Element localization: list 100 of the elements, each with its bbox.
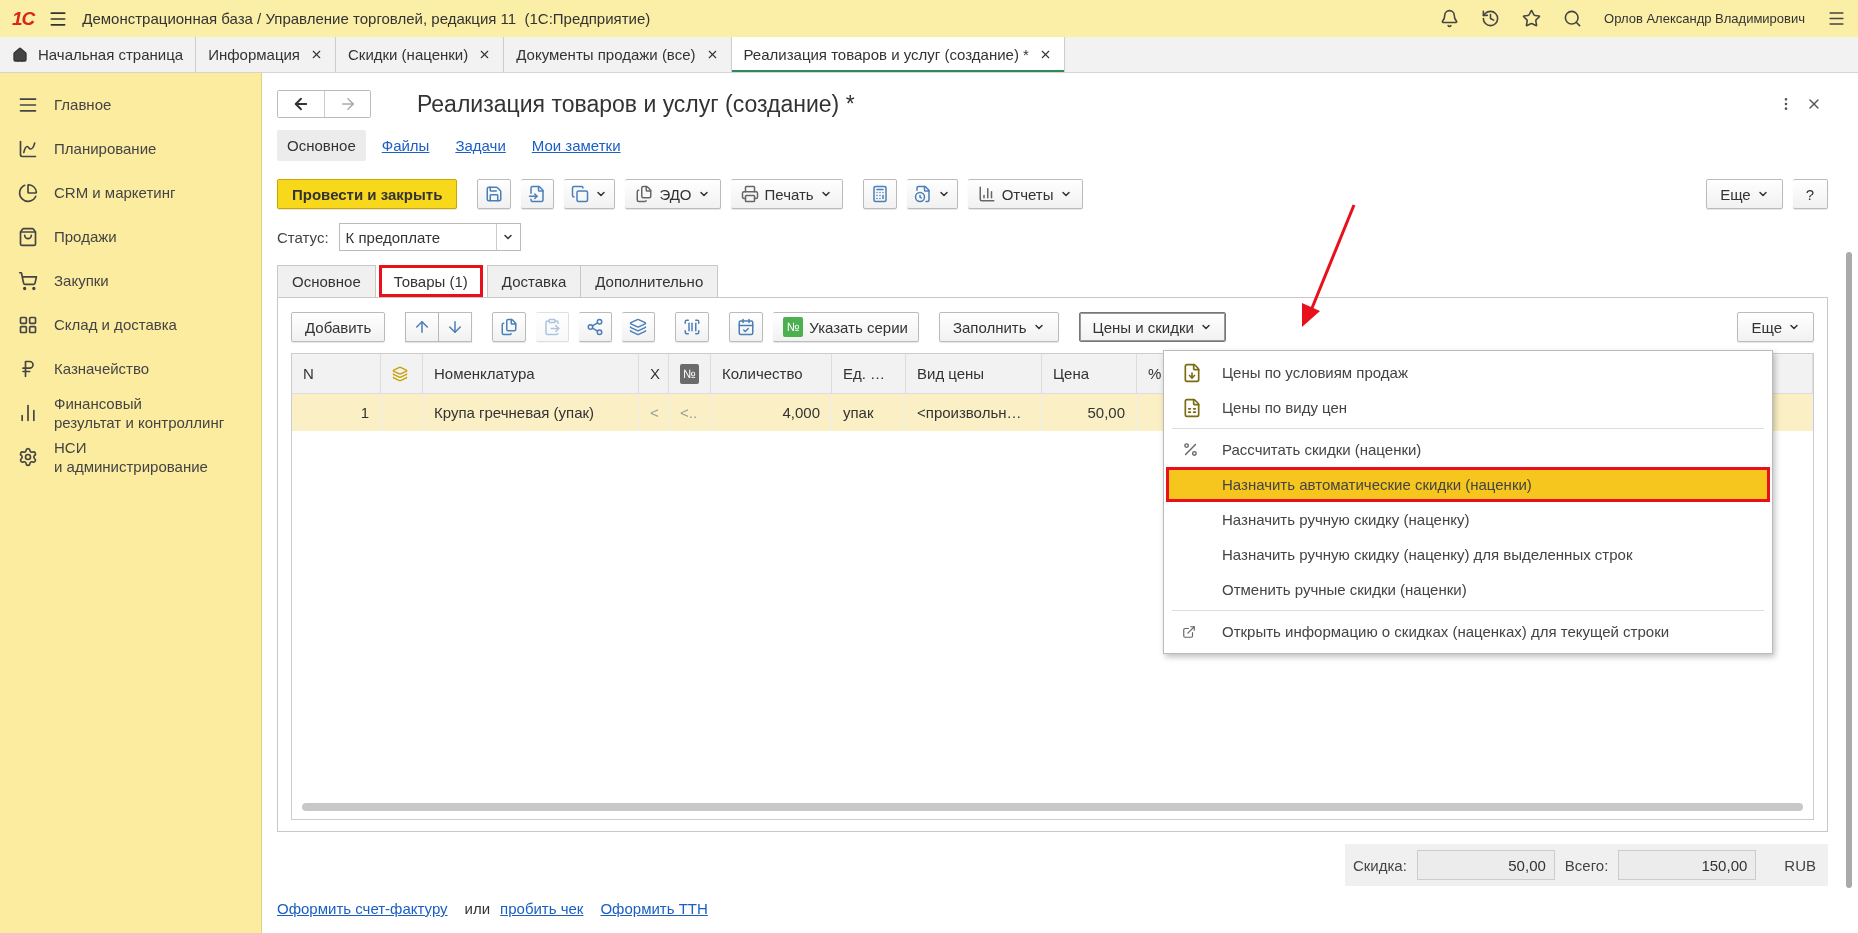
column-header[interactable]: Ед. … <box>832 354 906 393</box>
toolbar-button[interactable]: ЭДО <box>625 179 721 209</box>
action-link[interactable]: Оформить счет-фактуру <box>277 900 448 917</box>
menu-item[interactable]: Назначить автоматические скидки (наценки) <box>1166 467 1770 502</box>
toolbar-button[interactable]: ? <box>1792 179 1828 209</box>
icon-button[interactable] <box>579 312 613 342</box>
table-cell: 1 <box>360 404 369 421</box>
search-icon[interactable] <box>1563 9 1583 28</box>
scrollbar[interactable] <box>1846 252 1852 888</box>
section-link[interactable]: Файлы <box>371 130 440 161</box>
menu-item[interactable]: Цены по условиям продаж <box>1166 355 1770 390</box>
history-icon[interactable] <box>1481 9 1501 28</box>
icon-button[interactable] <box>477 179 512 209</box>
sidebar-item[interactable]: Склад и доставка <box>54 315 177 335</box>
list-icon <box>18 95 38 115</box>
calculator-icon <box>870 185 889 203</box>
toolbar-button[interactable]: Цены и скидки <box>1078 312 1226 342</box>
form-tab[interactable]: Товары (1) <box>378 265 483 297</box>
section-link[interactable]: Мои заметки <box>521 130 631 161</box>
icon-button[interactable] <box>439 312 473 342</box>
icon-button[interactable] <box>675 312 710 342</box>
app-title: Демонстрационная база / Управление торговлей, редакция 11 (1С:Предприятие) <box>82 10 652 27</box>
toolbar-button[interactable]: Отчеты <box>967 179 1083 209</box>
toolbar-button[interactable]: № Указать серии <box>773 312 919 342</box>
icon-button[interactable] <box>906 179 958 209</box>
user-name[interactable]: Орлов Александр Владимирович <box>1604 11 1805 26</box>
table-cell: 4,000 <box>782 404 820 421</box>
document-icon <box>528 185 547 203</box>
percent-icon <box>1182 441 1199 458</box>
conjunction-text: или <box>464 900 491 917</box>
toolbar-button[interactable]: Еще <box>1706 179 1783 209</box>
paste-icon <box>543 318 562 336</box>
column-header[interactable]: Вид цены <box>906 354 1042 393</box>
bell-icon[interactable] <box>1440 9 1460 28</box>
sidebar-item[interactable]: Закупки <box>54 271 109 291</box>
action-link[interactable]: Оформить ТТН <box>600 900 708 917</box>
bar-chart-icon <box>18 403 38 423</box>
icon-button[interactable] <box>622 312 656 342</box>
total-field[interactable]: 150,00 <box>1618 850 1757 880</box>
files-icon <box>635 185 654 203</box>
printer-icon <box>740 185 759 203</box>
window-tab[interactable]: Информация <box>196 37 336 72</box>
column-header[interactable]: № <box>669 354 711 393</box>
grid-icon <box>18 315 38 335</box>
column-header[interactable]: Цена <box>1042 354 1137 393</box>
menu-item[interactable]: Назначить ручную скидку (наценку) для выделенных строк <box>1166 537 1770 572</box>
menu-item[interactable]: Отменить ручные скидки (наценки) <box>1166 572 1770 607</box>
icon-button[interactable] <box>492 312 527 342</box>
window-tab[interactable]: Документы продажи (все) <box>504 37 732 72</box>
window-tab[interactable]: Реализация товаров и услуг (создание) * <box>731 37 1065 72</box>
pie-chart-icon <box>18 183 38 203</box>
form-tab[interactable]: Основное <box>277 265 376 297</box>
column-header[interactable]: X <box>639 354 669 393</box>
form-tab[interactable]: Доставка <box>486 265 582 297</box>
scrollbar[interactable] <box>302 803 1803 811</box>
window-tab[interactable]: Скидки (наценки) <box>336 37 505 72</box>
form-tab[interactable]: Дополнительно <box>580 265 719 297</box>
sidebar-item[interactable]: Планирование <box>54 139 157 159</box>
icon-button[interactable] <box>729 312 764 342</box>
icon-button[interactable] <box>405 312 440 342</box>
menu-item[interactable]: Открыть информацию о скидках (наценках) для текущей строки <box>1166 614 1770 649</box>
calendar-check-icon <box>737 318 756 336</box>
post-and-close-button[interactable]: Провести и закрыть <box>277 179 458 209</box>
chart-icon <box>18 139 38 159</box>
toolbar-button[interactable]: Заполнить <box>938 312 1059 342</box>
sidebar-item[interactable]: Главное <box>54 95 112 115</box>
column-header[interactable]: Количество <box>711 354 832 393</box>
barcode-icon <box>683 318 702 336</box>
cart-icon <box>18 271 38 291</box>
menu-icon[interactable] <box>1827 9 1846 28</box>
sidebar-item[interactable]: Финансовый результат и контроллинг <box>54 393 225 433</box>
toolbar-button[interactable]: Печать <box>730 179 843 209</box>
icon-button[interactable] <box>862 179 897 209</box>
total-label: Скидка: <box>1352 856 1407 874</box>
copy-icon <box>571 185 590 203</box>
toolbar-button[interactable]: Добавить <box>291 312 386 342</box>
layers-icon <box>392 365 408 382</box>
total-field[interactable]: 50,00 <box>1416 850 1555 880</box>
document-title: Реализация товаров и услуг (создание) * <box>417 90 856 118</box>
table-cell: <.. <box>680 404 698 421</box>
table-cell: упак <box>843 404 874 421</box>
star-icon[interactable] <box>1522 9 1542 28</box>
chart-icon <box>977 185 996 203</box>
column-header[interactable]: N <box>292 354 381 393</box>
menu-item[interactable]: Назначить ручную скидку (наценку) <box>1166 502 1770 537</box>
status-select[interactable]: К предоплате <box>338 223 521 251</box>
column-header[interactable]: Номенклатура <box>423 354 639 393</box>
window-tab[interactable]: Начальная страница <box>0 37 197 72</box>
sidebar-item[interactable]: НСИ и администрирование <box>54 437 208 477</box>
section-link[interactable]: Задачи <box>445 130 516 161</box>
sidebar-item[interactable]: Продажи <box>54 227 117 247</box>
section-link[interactable]: Основное <box>277 130 366 161</box>
sidebar-item[interactable]: CRM и маркетинг <box>54 183 176 203</box>
icon-button[interactable] <box>521 179 555 209</box>
action-link[interactable]: пробить чек <box>500 900 584 917</box>
close-icon[interactable] <box>310 48 323 61</box>
icon-button[interactable] <box>564 179 616 209</box>
menu-item[interactable]: Рассчитать скидки (наценки) <box>1166 432 1770 467</box>
toolbar-button[interactable]: Еще <box>1737 312 1814 342</box>
sidebar-item[interactable]: Казначейство <box>54 359 150 379</box>
